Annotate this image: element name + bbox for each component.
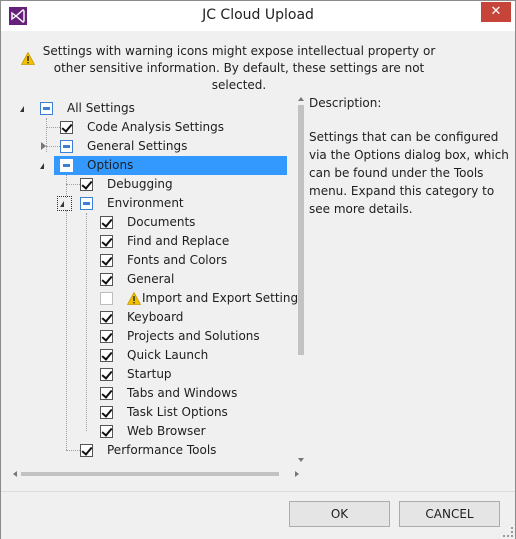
expand-open-icon[interactable] xyxy=(40,163,44,169)
dialog-window: JC Cloud Upload ✕ Settings with warning … xyxy=(0,0,516,539)
tree-item-label: Projects and Solutions xyxy=(127,329,260,343)
environment-checkbox[interactable] xyxy=(80,197,93,210)
tree-item-label: General xyxy=(127,272,175,286)
tree-vertical-scrollbar[interactable] xyxy=(298,97,304,467)
expand-closed-icon[interactable] xyxy=(41,142,46,150)
close-button[interactable]: ✕ xyxy=(481,2,511,22)
tree-item-label: Documents xyxy=(127,215,196,229)
tree-item-env-task-list-options[interactable]: Task List Options xyxy=(13,403,293,422)
options-checkbox[interactable] xyxy=(60,159,73,172)
tree-item-env-find-and-replace[interactable]: Find and Replace xyxy=(13,232,293,251)
scroll-up-arrow-icon[interactable] xyxy=(298,97,304,101)
tree-horizontal-scrollbar[interactable] xyxy=(13,471,303,477)
tree-item-label: Find and Replace xyxy=(127,234,230,248)
env-item-checkbox[interactable] xyxy=(100,425,113,438)
tree-item-env-quick-launch[interactable]: Quick Launch xyxy=(13,346,293,365)
env-item-checkbox[interactable] xyxy=(100,216,113,229)
tree-item-label: Startup xyxy=(127,367,172,381)
general-settings-checkbox[interactable] xyxy=(60,140,73,153)
settings-tree: All Settings Code Analysis Settings Gene… xyxy=(13,97,306,479)
tree-item-general-settings[interactable]: General Settings xyxy=(13,137,293,156)
tree-item-env-import-and-export-settings[interactable]: Import and Export Settings xyxy=(13,289,304,308)
cancel-button[interactable]: CANCEL xyxy=(399,501,500,527)
tree-item-label: Task List Options xyxy=(127,405,228,419)
tree-item-env-general[interactable]: General xyxy=(13,270,293,289)
env-item-checkbox[interactable] xyxy=(100,387,113,400)
all-settings-checkbox[interactable] xyxy=(40,102,53,115)
tree-item-label: Quick Launch xyxy=(127,348,209,362)
expand-open-icon[interactable] xyxy=(60,201,64,207)
tree-item-options[interactable]: Options xyxy=(13,156,293,175)
tree-item-all-settings[interactable]: All Settings xyxy=(13,99,293,118)
tree-item-label: Fonts and Colors xyxy=(127,253,228,267)
warning-icon xyxy=(21,52,35,65)
performance-tools-checkbox[interactable] xyxy=(80,444,93,457)
tree-item-env-projects-and-solutions[interactable]: Projects and Solutions xyxy=(13,327,293,346)
tree-item-label: Options xyxy=(87,158,134,172)
dialog-footer: OK CANCEL xyxy=(1,491,515,539)
title-bar: JC Cloud Upload ✕ xyxy=(1,1,515,31)
tree-item-env-fonts-and-colors[interactable]: Fonts and Colors xyxy=(13,251,293,270)
tree-item-env-documents[interactable]: Documents xyxy=(13,213,293,232)
env-item-checkbox[interactable] xyxy=(100,273,113,286)
env-item-checkbox[interactable] xyxy=(100,368,113,381)
env-item-checkbox[interactable] xyxy=(100,406,113,419)
expand-open-icon[interactable] xyxy=(20,106,24,112)
tree-item-label: Tabs and Windows xyxy=(127,386,238,400)
tree-item-env-tabs-and-windows[interactable]: Tabs and Windows xyxy=(13,384,293,403)
code-analysis-checkbox[interactable] xyxy=(60,121,73,134)
tree-item-env-web-browser[interactable]: Web Browser xyxy=(13,422,293,441)
tree-item-env-startup[interactable]: Startup xyxy=(13,365,293,384)
tree-item-label: Keyboard xyxy=(127,310,184,324)
tree-item-env-keyboard[interactable]: Keyboard xyxy=(13,308,293,327)
resize-grip-icon[interactable] xyxy=(503,527,513,537)
debugging-checkbox[interactable] xyxy=(80,178,93,191)
warning-text: Settings with warning icons might expose… xyxy=(42,44,436,92)
env-item-checkbox[interactable] xyxy=(100,330,113,343)
tree-item-label: General Settings xyxy=(87,139,188,153)
warning-icon xyxy=(127,292,141,305)
env-item-checkbox[interactable] xyxy=(100,292,113,305)
tree-item-label: Code Analysis Settings xyxy=(87,120,225,134)
env-item-checkbox[interactable] xyxy=(100,235,113,248)
description-text: Settings that can be configured via the … xyxy=(309,130,509,216)
tree-item-label: Import and Export Settings xyxy=(142,291,305,305)
env-item-checkbox[interactable] xyxy=(100,349,113,362)
tree-item-label: Web Browser xyxy=(127,424,206,438)
tree-item-environment[interactable]: Environment xyxy=(13,194,293,213)
tree-item-label: All Settings xyxy=(67,101,135,115)
env-item-checkbox[interactable] xyxy=(100,254,113,267)
window-title: JC Cloud Upload xyxy=(202,7,314,23)
scroll-down-arrow-icon[interactable] xyxy=(298,458,304,462)
ok-button[interactable]: OK xyxy=(289,501,390,527)
vertical-scroll-thumb[interactable] xyxy=(298,105,304,355)
tree-item-label: Performance Tools xyxy=(107,443,217,457)
env-item-checkbox[interactable] xyxy=(100,311,113,324)
tree-item-label: Environment xyxy=(107,196,184,210)
description-label: Description: xyxy=(309,96,382,110)
tree-item-performance-tools[interactable]: Performance Tools xyxy=(13,441,293,460)
horizontal-scroll-thumb[interactable] xyxy=(21,472,279,476)
scroll-right-arrow-icon[interactable] xyxy=(295,471,299,477)
tree-item-code-analysis[interactable]: Code Analysis Settings xyxy=(13,118,293,137)
scroll-left-arrow-icon[interactable] xyxy=(13,471,17,477)
tree-item-label: Debugging xyxy=(107,177,173,191)
tree-item-debugging[interactable]: Debugging xyxy=(13,175,293,194)
